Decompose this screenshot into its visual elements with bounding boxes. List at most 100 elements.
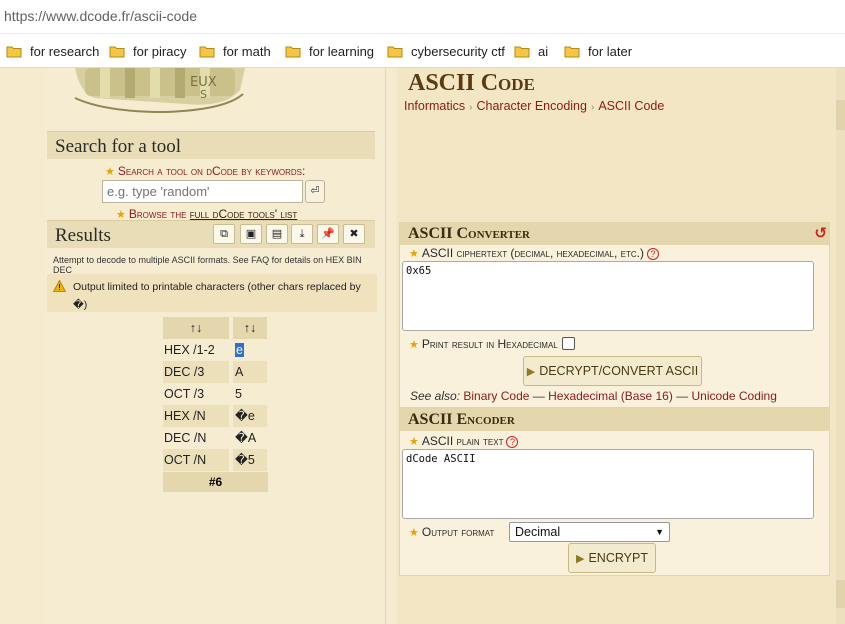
browse-prefix: Browse the [128, 207, 190, 221]
row-result[interactable]: A [233, 361, 267, 383]
copy-all-button[interactable]: ▣ [240, 224, 262, 244]
see-also-link[interactable]: Binary Code [463, 389, 529, 403]
results-title: Results [55, 225, 111, 246]
results-count: #6 [163, 472, 268, 492]
row-format: HEX /1-2 [164, 343, 215, 357]
copy-icon: ⧉ [220, 228, 228, 240]
breadcrumb-item[interactable]: ASCII Code [598, 99, 664, 113]
star-icon: ★ [105, 166, 115, 178]
decrypt-button-label: DECRYPT/CONVERT ASCII [539, 364, 699, 378]
row-result[interactable]: �5 [233, 449, 267, 471]
browse-tools: ★ Browse the full dCode tools' list [116, 207, 297, 221]
hex-option-label: ★ Print result in Hexadecimal [409, 337, 575, 351]
folder-icon [109, 45, 125, 58]
results-info: Attempt to decode to multiple ASCII form… [53, 255, 362, 275]
bookmark-folder[interactable]: for math [199, 42, 271, 60]
star-icon: ★ [409, 248, 419, 260]
converter-title: ASCII Converter [408, 225, 530, 242]
copy-button[interactable]: ⧉ [213, 224, 235, 244]
bookmark-label: for piracy [133, 43, 187, 59]
see-also-link[interactable]: Hexadecimal (Base 16) [548, 389, 673, 403]
help-icon[interactable]: ? [646, 248, 659, 260]
reload-icon[interactable]: ↺ [814, 224, 827, 242]
plaintext-input[interactable]: dCode ASCII [402, 449, 814, 519]
print-icon: ▤ [271, 228, 283, 240]
right-gutter [836, 68, 845, 624]
row-result-value: e [235, 343, 244, 357]
print-button[interactable]: ▤ [266, 224, 288, 244]
help-icon[interactable]: ? [506, 436, 519, 448]
address-bar[interactable]: https://www.dcode.fr/ascii-code [0, 0, 845, 34]
bookmark-folder[interactable]: ai [514, 42, 548, 60]
row-format: DEC /3 [163, 361, 229, 383]
download-button[interactable]: ⤓ [291, 224, 313, 244]
pin-button[interactable]: 📌 [317, 224, 339, 244]
star-icon: ★ [409, 527, 419, 539]
row-result[interactable]: �e [233, 405, 267, 427]
folder-icon [6, 45, 22, 58]
converter-header: ASCII Converter ↺ [400, 223, 829, 245]
bookmark-label: ai [538, 43, 549, 59]
encoder-title: ASCII Encoder [408, 411, 515, 428]
see-also: See also: Binary Code — Hexadecimal (Bas… [410, 389, 777, 403]
row-format: HEX /N [163, 405, 229, 427]
search-section-header: Search for a tool [47, 131, 375, 159]
breadcrumb-item[interactable]: Character Encoding [476, 99, 586, 113]
page-title: ASCII Code [408, 70, 535, 96]
bookmark-folder[interactable]: for later [564, 42, 632, 60]
folder-icon [514, 45, 530, 58]
row-result[interactable]: e [233, 339, 267, 361]
encrypt-button[interactable]: ▶ ENCRYPT [568, 543, 656, 573]
warning-text: Output limited to printable characters (… [73, 281, 361, 311]
bookmarks-bar: for research for piracy for math for lea… [0, 34, 845, 68]
close-results-button[interactable]: ✖ [343, 224, 365, 244]
breadcrumb-item[interactable]: Informatics [404, 99, 465, 113]
output-format-label: ★ Output format [409, 525, 494, 539]
star-icon: ★ [409, 436, 419, 448]
search-input[interactable] [102, 180, 303, 203]
play-icon: ▶ [526, 366, 536, 378]
decrypt-convert-button[interactable]: ▶ DECRYPT/CONVERT ASCII [523, 356, 702, 386]
results-table: ↑↓ ↑↓ HEX /1-2 e DEC /3 A OCT /3 5 HEX /… [163, 317, 268, 492]
chevron-down-icon: ▼ [655, 527, 664, 537]
download-icon: ⤓ [299, 228, 305, 240]
play-icon: ▶ [576, 553, 585, 565]
hex-checkbox[interactable] [561, 337, 575, 350]
row-result[interactable]: 5 [233, 383, 267, 405]
svg-text:S: S [200, 88, 207, 101]
search-submit-button[interactable]: ⏎ [305, 180, 325, 203]
bookmark-folder[interactable]: for piracy [109, 42, 186, 60]
table-row: DEC /3 A [163, 361, 268, 383]
ciphertext-input[interactable]: 0x65 [402, 261, 814, 331]
clipboard-icon: ▣ [245, 228, 257, 240]
star-icon: ★ [409, 339, 419, 351]
table-row: HEX /N �e [163, 405, 268, 427]
see-also-link[interactable]: Unicode Coding [692, 389, 777, 403]
search-title: Search for a tool [55, 136, 182, 157]
row-format: DEC /N [164, 431, 207, 445]
folder-icon [199, 45, 215, 58]
table-row: HEX /1-2 e [163, 339, 268, 361]
output-format-value: Decimal [515, 525, 561, 539]
output-format-text: Output format [421, 525, 495, 539]
warning-box: Output limited to printable characters (… [47, 274, 377, 312]
bookmark-folder[interactable]: cybersecurity ctf [387, 42, 505, 60]
table-row: OCT /N �5 [163, 449, 268, 471]
page-content: EUX S Search for a tool ★ Search a tool o… [0, 68, 845, 624]
dcode-logo[interactable]: EUX S [65, 68, 255, 128]
full-tools-list-link[interactable]: full dCode tools' list [190, 207, 298, 221]
bookmark-label: for math [223, 43, 271, 59]
output-format-select[interactable]: Decimal ▼ [509, 522, 670, 542]
warning-icon [52, 279, 67, 297]
breadcrumb: Informatics › Character Encoding › ASCII Cod… [404, 99, 664, 113]
url-text[interactable]: https://www.dcode.fr/ascii-code [4, 8, 197, 24]
bookmark-label: for research [30, 43, 100, 59]
plaintext-label: ★ ASCII plain text? [409, 434, 519, 448]
bookmark-folder[interactable]: for learning [285, 42, 374, 60]
row-result[interactable]: �A [233, 427, 267, 449]
bookmark-folder[interactable]: for research [6, 42, 99, 60]
breadcrumb-separator: › [469, 102, 473, 113]
sort-header-format[interactable]: ↑↓ [163, 317, 229, 339]
sort-header-result[interactable]: ↑↓ [233, 317, 267, 339]
folder-icon [285, 45, 301, 58]
